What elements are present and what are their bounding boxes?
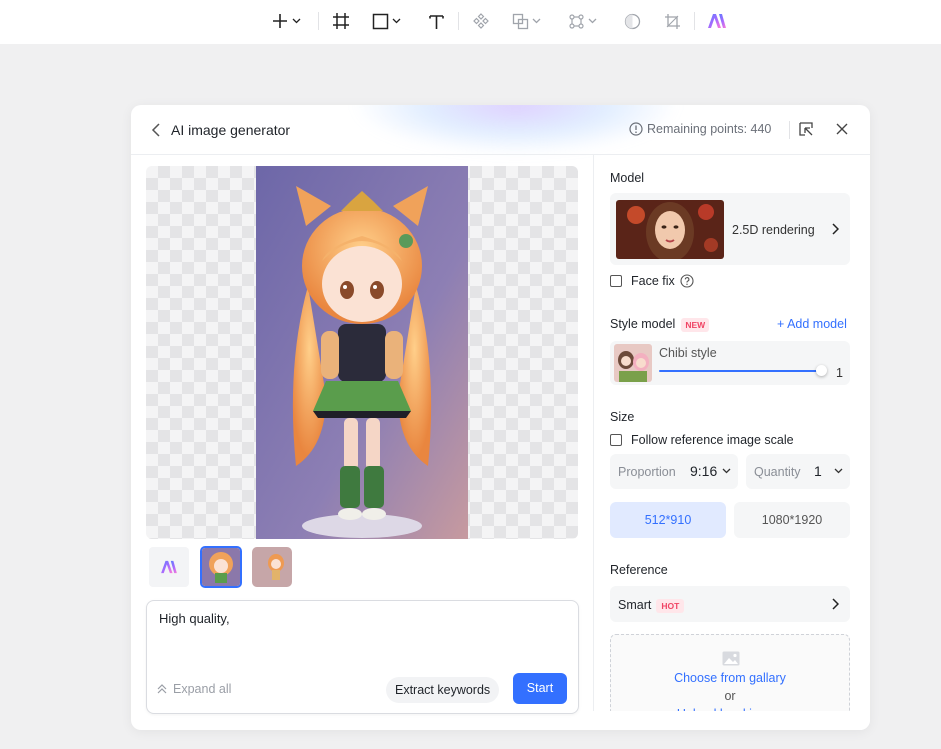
add-model-link[interactable]: + Add model [777,317,847,331]
crop-icon [665,13,680,29]
pane-divider [593,155,594,730]
generated-image [256,166,468,539]
quantity-select[interactable]: Quantity 1 [746,454,850,489]
text-tool-button[interactable] [428,9,445,33]
boolean-tool-button[interactable] [512,9,541,33]
header-divider [789,121,790,139]
proportion-value: 9:16 [690,463,718,479]
toolbar-divider [458,12,459,30]
reference-mode-label: Smart [618,598,652,612]
back-arrow-icon[interactable] [150,122,164,138]
chevron-down-icon [292,18,301,24]
add-tool-button[interactable] [271,9,301,33]
chevron-down-icon [588,18,597,24]
minimize-icon[interactable] [798,121,814,137]
toolbar-divider [318,12,319,30]
frame-icon [333,13,349,29]
boolean-icon [512,13,529,29]
ai-logo-icon [708,14,726,28]
mask-icon [624,13,641,29]
top-toolbar [0,0,941,44]
quantity-label: Quantity [754,465,801,479]
model-name: 2.5D rendering [732,223,815,237]
expand-all-label: Expand all [173,682,232,696]
thumbnail-image [202,548,240,586]
help-icon[interactable] [680,274,694,288]
start-button[interactable]: Start [513,673,567,704]
face-fix-checkbox[interactable] [610,275,622,287]
style-model-card: Chibi style 1 [610,341,850,385]
rectangle-icon [372,13,389,29]
follow-scale-row: Follow reference image scale [610,433,794,447]
text-icon [429,14,444,29]
add-icon [273,14,287,28]
path-tool-button[interactable] [568,9,597,33]
double-chevron-up-icon [157,684,167,694]
style-strength-value: 1 [836,366,843,380]
style-model-heading: Style model NEW [610,317,710,332]
ai-thumbnail-button[interactable] [149,547,189,587]
rectangle-tool-button[interactable] [372,9,401,33]
result-thumbnail-2[interactable] [252,547,292,587]
ai-image-generator-dialog: AI image generator Remaining points: 440 [131,105,870,730]
size-option-512x910[interactable]: 512*910 [610,502,726,538]
prompt-text[interactable]: High quality, [159,611,230,626]
crop-tool-button[interactable] [664,9,681,33]
dialog-title: AI image generator [171,122,291,138]
reference-mode: Smart HOT [618,598,685,613]
model-section-label: Model [610,171,645,185]
proportion-label: Proportion [618,465,676,479]
chevron-down-icon [392,18,401,24]
image-icon [722,651,740,666]
proportion-select[interactable]: Proportion 9:16 [610,454,738,489]
component-icon [473,13,489,29]
close-icon[interactable] [835,122,849,136]
face-fix-row: Face fix [610,274,694,288]
model-preview-image [616,200,724,259]
size-option-1080x1920[interactable]: 1080*1920 [734,502,850,538]
chevron-right-icon [832,223,839,235]
quantity-value: 1 [814,463,822,479]
component-tool-button[interactable] [472,9,490,33]
follow-scale-checkbox[interactable] [610,434,622,446]
size-section-label: Size [610,410,635,424]
style-strength-thumb[interactable] [816,365,827,376]
scroll-fade [593,711,870,730]
new-badge: NEW [681,317,710,332]
info-icon [629,122,643,136]
chevron-down-icon [722,468,731,474]
extract-keywords-button[interactable]: Extract keywords [386,677,500,703]
follow-scale-label: Follow reference image scale [631,433,794,447]
dialog-header: AI image generator Remaining points: 440 [131,105,870,155]
result-thumbnail-1[interactable] [200,546,242,588]
ai-logo-icon [161,560,177,574]
toolbar-divider [694,12,695,30]
face-fix-label: Face fix [631,274,675,288]
ai-tool-button[interactable] [707,9,727,33]
chevron-down-icon [834,468,843,474]
style-model-label: Style model [610,317,676,331]
reference-mode-selector[interactable]: Smart HOT [610,586,850,622]
or-label: or [724,689,736,703]
hot-badge: HOT [656,598,685,613]
image-preview [146,166,578,539]
path-icon [569,13,584,29]
model-selector[interactable]: 2.5D rendering [610,193,850,265]
choose-from-gallery-link[interactable]: Choose from gallary [611,671,849,685]
chevron-down-icon [532,18,541,24]
thumbnail-image [252,547,292,587]
style-name: Chibi style [659,346,717,360]
reference-section-label: Reference [610,563,668,577]
expand-all-button[interactable]: Expand all [157,682,231,696]
remaining-points-text: Remaining points: 440 [647,122,772,136]
remaining-points: Remaining points: 440 [629,122,771,136]
style-preview-image [614,344,652,382]
prompt-editor[interactable]: High quality, Expand all Extract keyword… [146,600,579,714]
frame-tool-button[interactable] [332,9,350,33]
mask-tool-button[interactable] [624,9,641,33]
chevron-right-icon [832,598,839,610]
style-strength-track[interactable] [659,370,822,372]
